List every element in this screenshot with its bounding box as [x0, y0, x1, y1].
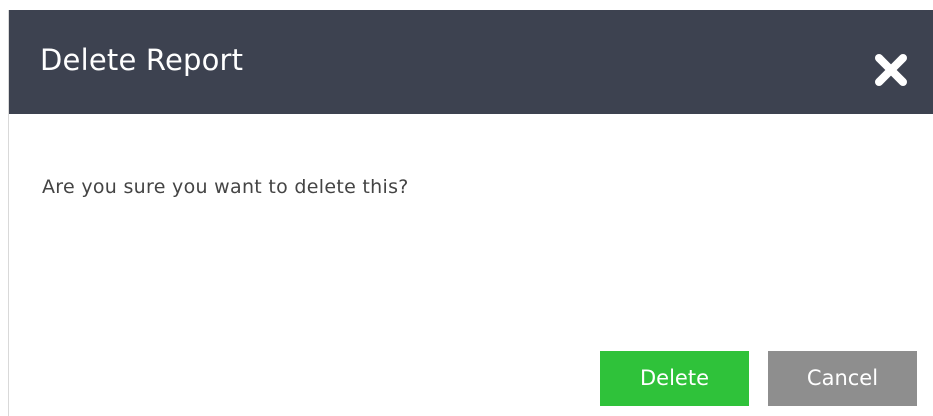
- cancel-button[interactable]: Cancel: [768, 351, 917, 406]
- dialog-titlebar: Delete Report: [9, 10, 933, 114]
- delete-report-dialog: Delete Report Are you sure you want to d…: [8, 10, 933, 416]
- delete-button[interactable]: Delete: [600, 351, 749, 406]
- close-icon-glyph: [875, 54, 907, 86]
- dialog-title: Delete Report: [40, 43, 244, 77]
- close-icon[interactable]: [873, 52, 909, 88]
- confirmation-message: Are you sure you want to delete this?: [42, 176, 409, 198]
